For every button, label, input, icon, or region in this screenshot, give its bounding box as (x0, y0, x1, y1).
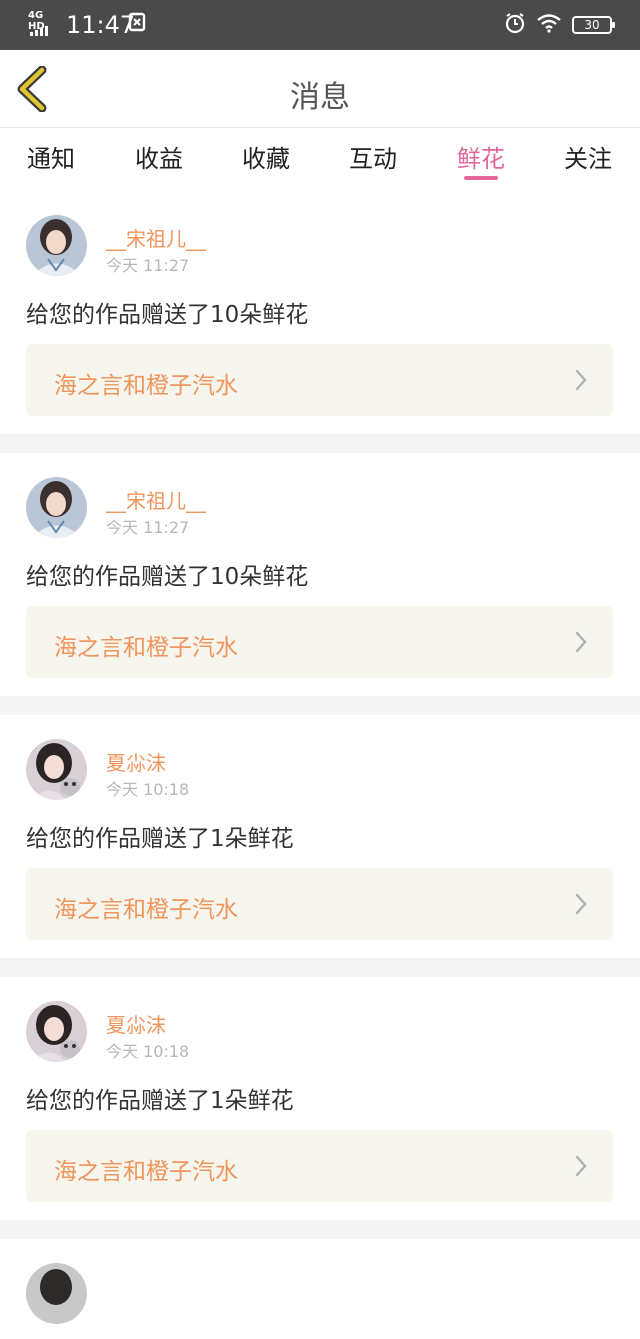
username[interactable]: __宋祖儿__ (106, 485, 206, 514)
timestamp: 今天 10:18 (106, 780, 190, 799)
tab-notifications[interactable]: 通知 (6, 139, 96, 174)
message-list: __宋祖儿__ 今天 11:27 给您的作品赠送了10朵鲜花 海之言和橙子汽水 … (0, 191, 640, 1339)
tab-bar: 通知 收益 收藏 互动 鲜花 关注 (0, 129, 640, 191)
tab-favorites[interactable]: 收藏 (221, 139, 311, 174)
message-card: 夏尛沫 今天 10:18 给您的作品赠送了1朵鲜花 海之言和橙子汽水 (0, 977, 640, 1220)
chevron-right-icon (575, 631, 587, 653)
divider (0, 434, 640, 453)
alarm-icon (504, 12, 526, 38)
avatar[interactable] (26, 477, 87, 538)
tab-interactions[interactable]: 互动 (328, 139, 418, 174)
message-card: __宋祖儿__ 今天 11:27 给您的作品赠送了10朵鲜花 海之言和橙子汽水 (0, 453, 640, 696)
message-card (0, 1239, 640, 1339)
chevron-right-icon (575, 1155, 587, 1177)
timestamp: 今天 11:27 (106, 256, 190, 275)
work-title: 海之言和橙子汽水 (54, 1159, 238, 1185)
timestamp: 今天 11:27 (106, 518, 190, 537)
status-right: 30 (504, 11, 615, 39)
divider (0, 958, 640, 977)
notification-icon (128, 12, 146, 37)
username[interactable]: 夏尛沫 (106, 1009, 166, 1038)
page-title: 消息 (290, 80, 350, 115)
chevron-right-icon (575, 893, 587, 915)
tab-earnings[interactable]: 收益 (114, 139, 204, 174)
work-title: 海之言和橙子汽水 (54, 635, 238, 661)
avatar[interactable] (26, 215, 87, 276)
message-card: 夏尛沫 今天 10:18 给您的作品赠送了1朵鲜花 海之言和橙子汽水 (0, 715, 640, 958)
username[interactable]: __宋祖儿__ (106, 223, 206, 252)
tab-follows[interactable]: 关注 (543, 139, 633, 174)
avatar[interactable] (26, 1263, 87, 1324)
message-card: __宋祖儿__ 今天 11:27 给您的作品赠送了10朵鲜花 海之言和橙子汽水 (0, 191, 640, 434)
message-text: 给您的作品赠送了1朵鲜花 (26, 1088, 294, 1114)
username[interactable]: 夏尛沫 (106, 747, 166, 776)
wifi-icon (536, 13, 562, 37)
avatar[interactable] (26, 1001, 87, 1062)
work-link[interactable]: 海之言和橙子汽水 (26, 606, 613, 678)
status-bar: 4G HD 11:47 30 (0, 0, 640, 50)
avatar[interactable] (26, 739, 87, 800)
work-link[interactable]: 海之言和橙子汽水 (26, 868, 613, 940)
work-link[interactable]: 海之言和橙子汽水 (26, 344, 613, 416)
timestamp: 今天 10:18 (106, 1042, 190, 1061)
status-time: 11:47 (66, 11, 136, 39)
divider (0, 696, 640, 715)
message-text: 给您的作品赠送了10朵鲜花 (26, 564, 309, 590)
work-link[interactable]: 海之言和橙子汽水 (26, 1130, 613, 1202)
active-tab-indicator (464, 176, 498, 180)
battery-level: 30 (584, 18, 600, 32)
divider (0, 1220, 640, 1239)
signal-icon: 4G HD (28, 10, 62, 38)
message-text: 给您的作品赠送了1朵鲜花 (26, 826, 294, 852)
header: 消息 (0, 50, 640, 128)
chevron-right-icon (575, 369, 587, 391)
work-title: 海之言和橙子汽水 (54, 373, 238, 399)
message-text: 给您的作品赠送了10朵鲜花 (26, 302, 309, 328)
work-title: 海之言和橙子汽水 (54, 897, 238, 923)
battery-icon: 30 (572, 16, 615, 34)
tab-flowers[interactable]: 鲜花 (436, 139, 526, 174)
